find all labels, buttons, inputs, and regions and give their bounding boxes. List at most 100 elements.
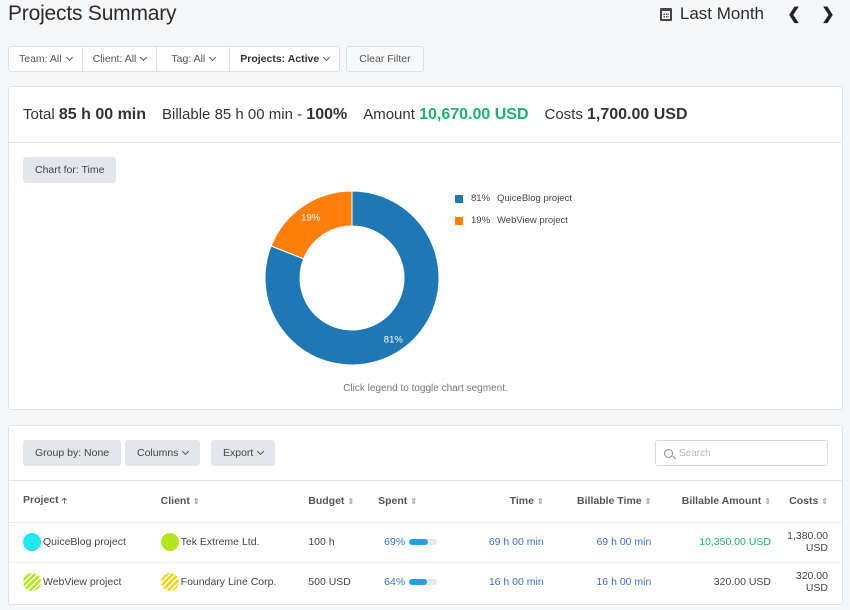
column-header-billable-time[interactable]: Billable Time ⇕ xyxy=(543,481,652,523)
header-label: Client xyxy=(160,495,190,508)
cell-budget: 500 USD xyxy=(308,576,351,589)
costs-label: Costs xyxy=(544,105,583,123)
cell-billable-time[interactable]: 69 h 00 min xyxy=(543,522,652,563)
chart-hint: Click legend to toggle chart segment. xyxy=(343,383,508,394)
totals-bar: Total 85 h 00 min Billable 85 h 00 min -… xyxy=(9,87,842,143)
amount-summary: Amount 10,670.00 USD xyxy=(363,106,528,124)
table-toolbar: Group by: None Columns Export xyxy=(9,426,842,481)
export-label: Export xyxy=(223,447,254,459)
cell-client: Tek Extreme Ltd. xyxy=(160,522,309,563)
costs-value: 1,700.00 USD xyxy=(587,105,688,123)
cell-spent: 64% xyxy=(378,562,452,602)
table-row[interactable]: QuiceBlog project Tek Extreme Ltd. 100 h… xyxy=(9,522,842,563)
chevron-down-icon xyxy=(323,53,331,62)
project-color-icon xyxy=(23,573,41,592)
chevron-down-icon xyxy=(140,53,148,62)
header-label: Billable Amount xyxy=(681,495,762,508)
header-label: Spent xyxy=(378,495,408,508)
cell-project[interactable]: QuiceBlog project xyxy=(9,522,161,563)
projects-filter-label: Projects: Active xyxy=(240,53,320,65)
legend-item[interactable]: 81% QuiceBlog project xyxy=(455,193,572,204)
billable-value: 85 h 00 min xyxy=(214,105,293,123)
team-filter-button[interactable]: Team: All xyxy=(9,47,83,71)
team-filter-label: Team: All xyxy=(19,53,62,65)
tag-filter-label: Tag: All xyxy=(171,53,206,65)
columns-button[interactable]: Columns xyxy=(125,440,201,466)
search-input[interactable] xyxy=(679,447,819,459)
filter-bar: Team: All Client: All Tag: All Projects:… xyxy=(8,46,424,72)
client-filter-button[interactable]: Client: All xyxy=(83,47,158,71)
project-name[interactable]: QuiceBlog project xyxy=(43,536,126,548)
cell-time[interactable]: 69 h 00 min xyxy=(451,522,544,563)
page-title: Projects Summary xyxy=(8,2,177,25)
cell-time[interactable]: 16 h 00 min xyxy=(452,562,544,602)
sort-icon: ⇕ xyxy=(644,497,652,507)
column-header-costs[interactable]: Costs ⇕ xyxy=(771,481,842,523)
chevron-down-icon xyxy=(182,447,190,456)
cell-billable-time[interactable]: 16 h 00 min xyxy=(544,562,651,602)
spent-progress-fill xyxy=(409,539,429,546)
group-by-button[interactable]: Group by: None xyxy=(23,440,122,466)
sort-icon: ⇕ xyxy=(410,497,418,507)
donut-slice-webview-project[interactable] xyxy=(270,190,353,260)
column-header-project[interactable]: Project 🡡 xyxy=(9,481,161,523)
column-header-budget[interactable]: Budget ⇕ xyxy=(308,481,379,523)
legend-swatch xyxy=(455,194,463,203)
group-by-label: Group by: None xyxy=(35,447,110,459)
project-name[interactable]: WebView project xyxy=(43,576,121,588)
cell-project[interactable]: WebView project xyxy=(9,562,161,602)
client-name: Foundary Line Corp. xyxy=(180,576,277,589)
projects-table: Project 🡡 Client ⇕ Budget ⇕ Spent ⇕ Time ⇕ Bi… xyxy=(9,481,842,602)
total-value: 85 h 00 min xyxy=(58,105,147,123)
table-header-row: Project 🡡 Client ⇕ Budget ⇕ Spent ⇕ Time ⇕ Bi… xyxy=(9,481,842,523)
spent-progress-fill xyxy=(409,579,428,586)
legend-item[interactable]: 19% WebView project xyxy=(455,215,572,226)
sort-icon: ⇕ xyxy=(821,497,828,507)
project-color-icon xyxy=(23,533,41,551)
legend-swatch xyxy=(455,216,463,225)
column-header-time[interactable]: Time ⇕ xyxy=(451,481,544,523)
tag-filter-button[interactable]: Tag: All xyxy=(157,47,231,71)
billable-label: Billable xyxy=(162,105,211,123)
legend-label: QuiceBlog project xyxy=(497,193,572,204)
costs-summary: Costs 1,700.00 USD xyxy=(545,106,688,124)
header-label: Time xyxy=(509,495,534,508)
clear-filter-button[interactable]: Clear Filter xyxy=(346,46,424,72)
chart-for-button[interactable]: Chart for: Time xyxy=(23,157,117,183)
header-label: Project xyxy=(23,493,59,506)
table-row[interactable]: WebView project Foundary Line Corp. 500 … xyxy=(9,562,842,602)
header-label: Budget xyxy=(308,495,345,508)
header-label: Billable Time xyxy=(577,495,642,508)
column-header-client[interactable]: Client ⇕ xyxy=(160,481,309,523)
donut-data-label: 81% xyxy=(384,334,404,345)
chart-legend: 81% QuiceBlog project 19% WebView project xyxy=(455,193,572,237)
projects-filter-button[interactable]: Projects: Active xyxy=(230,47,339,71)
date-range-label[interactable]: Last Month xyxy=(680,4,764,24)
column-header-spent[interactable]: Spent ⇕ xyxy=(378,481,452,523)
spent-progress-bar xyxy=(409,539,438,546)
chevron-left-icon[interactable]: ❮ xyxy=(784,4,804,24)
calendar-icon[interactable] xyxy=(659,7,672,21)
cell-client: Foundary Line Corp. xyxy=(160,562,309,602)
cell-costs: 1,380.00 USD xyxy=(771,522,842,563)
summary-card: Total 85 h 00 min Billable 85 h 00 min -… xyxy=(8,86,843,410)
search-box xyxy=(655,440,828,466)
amount-label: Amount xyxy=(363,105,415,123)
donut-data-label: 19% xyxy=(301,213,321,224)
chevron-down-icon xyxy=(209,53,217,62)
spent-percent: 69% xyxy=(384,536,406,548)
sort-icon: ⇕ xyxy=(536,497,544,507)
chevron-right-icon[interactable]: ❯ xyxy=(818,4,838,24)
cell-costs: 320.00 USD xyxy=(795,570,828,595)
billable-summary: Billable 85 h 00 min - 100% xyxy=(162,106,347,124)
cell-budget: 100 h xyxy=(308,522,379,563)
search-icon xyxy=(664,448,673,458)
sort-icon: ⇕ xyxy=(192,497,200,507)
export-button[interactable]: Export xyxy=(211,440,276,466)
spent-percent: 64% xyxy=(384,576,406,589)
total-summary: Total 85 h 00 min xyxy=(23,106,146,124)
column-header-billable-amount[interactable]: Billable Amount ⇕ xyxy=(651,481,771,523)
cell-billable-amount: 10,350.00 USD xyxy=(651,522,771,563)
chevron-down-icon xyxy=(65,53,73,62)
sort-asc-icon: 🡡 xyxy=(61,495,68,505)
